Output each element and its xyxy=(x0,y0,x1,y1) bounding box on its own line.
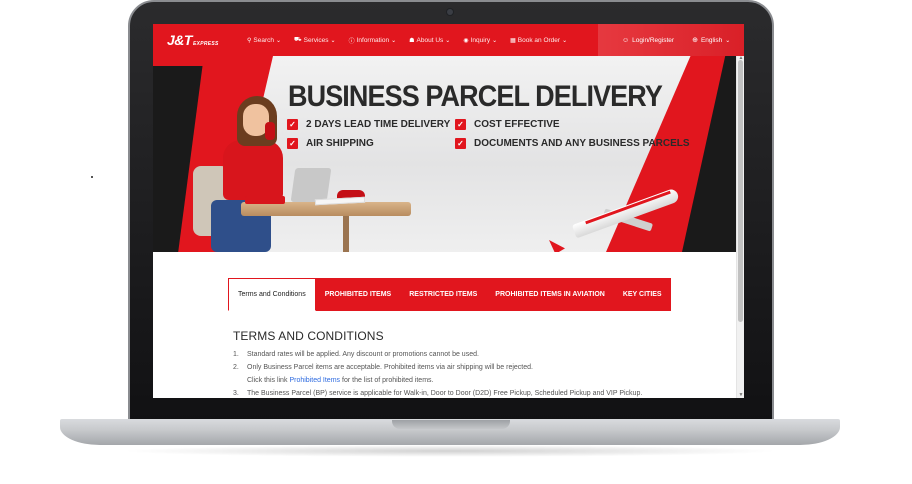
feature-text: DOCUMENTS AND ANY BUSINESS PARCELS xyxy=(474,138,690,149)
feature-lead-time: ✓ 2 DAYS LEAD TIME DELIVERY xyxy=(287,119,450,130)
globe-icon: ⊕ xyxy=(692,37,698,44)
logo-text: J&T xyxy=(167,32,192,48)
user-icon: ☺ xyxy=(622,36,630,44)
chevron-down-icon: ⌄ xyxy=(391,37,397,44)
chevron-down-icon: ⌄ xyxy=(492,37,498,44)
red-folder xyxy=(245,196,285,204)
info-icon: ⓘ xyxy=(348,38,355,45)
nav-item-label: Information xyxy=(356,36,390,44)
page-scrollbar[interactable]: ▲ ▼ xyxy=(736,55,744,398)
services-icon: ⛟ xyxy=(294,37,302,43)
login-register-link[interactable]: ☺ Login/Register xyxy=(622,37,674,44)
nav-item-about-us[interactable]: ☗ About Us ⌄ xyxy=(409,37,450,44)
chevron-down-icon: ⌄ xyxy=(725,37,731,44)
nav-item-label: Services xyxy=(303,36,329,44)
laptop-illustration xyxy=(290,168,332,202)
list-item: Click this link Prohibited Items for the… xyxy=(233,374,713,387)
nav-item-label: Book an Order xyxy=(517,36,561,44)
about-icon: ☗ xyxy=(409,37,415,44)
login-label: Login/Register xyxy=(632,36,675,44)
chevron-down-icon: ⌄ xyxy=(445,37,451,44)
list-text: for the list of prohibited items. xyxy=(342,377,434,384)
nav-item-services[interactable]: ⛟ Services ⌄ xyxy=(294,36,336,44)
scroll-down-arrow[interactable]: ▼ xyxy=(738,392,744,398)
search-icon: ⚲ xyxy=(247,37,252,44)
prohibited-items-link[interactable]: Prohibited Items xyxy=(289,374,340,387)
check-icon: ✓ xyxy=(455,138,466,149)
feature-documents: ✓ DOCUMENTS AND ANY BUSINESS PARCELS xyxy=(455,138,690,149)
airplane-tail xyxy=(549,240,565,252)
list-text: Click this link xyxy=(247,377,288,384)
nav-item-book-order[interactable]: ▦ Book an Order ⌄ xyxy=(510,37,567,44)
list-number: 3. xyxy=(233,390,239,397)
feature-air-shipping: ✓ AIR SHIPPING xyxy=(287,138,374,149)
nav-item-label: Inquiry xyxy=(470,36,491,44)
hero-title: BUSINESS PARCEL DELIVERY xyxy=(288,80,663,113)
chevron-down-icon: ⌄ xyxy=(330,37,336,44)
book-icon: ▦ xyxy=(510,37,516,44)
chevron-down-icon: ⌄ xyxy=(276,37,282,44)
phone-handset xyxy=(265,122,275,140)
language-selector[interactable]: ⊕ English ⌄ xyxy=(692,36,731,45)
woman-body xyxy=(223,140,283,200)
chevron-down-icon: ⌄ xyxy=(562,37,568,44)
desk-leg xyxy=(343,216,349,252)
info-tabs: Terms and Conditions PROHIBITED ITEMS RE… xyxy=(228,278,671,311)
check-icon: ✓ xyxy=(455,119,466,130)
nav-right-panel: ☺ Login/Register ⊕ English ⌄ xyxy=(598,24,744,56)
tab-key-cities[interactable]: KEY CITIES xyxy=(613,278,671,311)
section-title: TERMS AND CONDITIONS xyxy=(233,329,384,343)
list-number: 1. xyxy=(233,351,239,358)
inquiry-icon: ◉ xyxy=(463,37,469,44)
tab-prohibited-items-aviation[interactable]: PROHIBITED ITEMS IN AVIATION xyxy=(486,278,614,311)
laptop-shadow xyxy=(120,445,780,457)
list-text: Only Business Parcel items are acceptabl… xyxy=(247,364,533,371)
feature-text: 2 DAYS LEAD TIME DELIVERY xyxy=(306,119,451,130)
feature-text: COST EFFECTIVE xyxy=(474,119,560,130)
language-label: English xyxy=(700,36,723,44)
laptop-mockup: J&T EXPRESS ⚲ Search ⌄ ⛟ Services ⌄ ⓘ In… xyxy=(0,0,912,484)
list-item: 2. Only Business Parcel items are accept… xyxy=(233,361,713,374)
list-text: The Business Parcel (BP) service is appl… xyxy=(247,390,643,397)
terms-list: 1. Standard rates will be applied. Any d… xyxy=(233,348,713,398)
scroll-thumb[interactable] xyxy=(738,60,743,322)
nav-menu: ⚲ Search ⌄ ⛟ Services ⌄ ⓘ Information ⌄ … xyxy=(247,36,567,45)
list-item: 3. The Business Parcel (BP) service is a… xyxy=(233,387,713,398)
tab-terms-and-conditions[interactable]: Terms and Conditions xyxy=(228,278,316,311)
check-icon: ✓ xyxy=(287,119,298,130)
laptop-notch xyxy=(392,420,510,429)
list-text: Standard rates will be applied. Any disc… xyxy=(247,351,479,358)
logo-subtext: EXPRESS xyxy=(192,40,219,47)
tab-restricted-items[interactable]: RESTRICTED ITEMS xyxy=(400,278,487,311)
terms-content: TERMS AND CONDITIONS 1. Standard rates w… xyxy=(233,329,713,398)
check-icon: ✓ xyxy=(287,138,298,149)
nav-item-search[interactable]: ⚲ Search ⌄ xyxy=(247,37,281,44)
feature-cost-effective: ✓ COST EFFECTIVE xyxy=(455,119,560,130)
laptop-screen: J&T EXPRESS ⚲ Search ⌄ ⛟ Services ⌄ ⓘ In… xyxy=(153,24,744,398)
nav-item-information[interactable]: ⓘ Information ⌄ xyxy=(349,36,397,45)
list-item: 1. Standard rates will be applied. Any d… xyxy=(233,348,713,361)
webcam xyxy=(447,9,453,15)
stray-dot xyxy=(91,176,93,178)
hero-banner: BUSINESS PARCEL DELIVERY ✓ 2 DAYS LEAD T… xyxy=(153,56,736,252)
top-navbar: J&T EXPRESS ⚲ Search ⌄ ⛟ Services ⌄ ⓘ In… xyxy=(153,24,744,56)
nav-item-label: About Us xyxy=(416,36,444,44)
nav-item-inquiry[interactable]: ◉ Inquiry ⌄ xyxy=(463,37,497,44)
nav-item-label: Search xyxy=(253,36,275,44)
feature-text: AIR SHIPPING xyxy=(306,138,374,149)
tab-prohibited-items[interactable]: PROHIBITED ITEMS xyxy=(315,278,401,311)
jnt-logo[interactable]: J&T EXPRESS xyxy=(167,29,233,51)
list-number: 2. xyxy=(233,364,239,371)
